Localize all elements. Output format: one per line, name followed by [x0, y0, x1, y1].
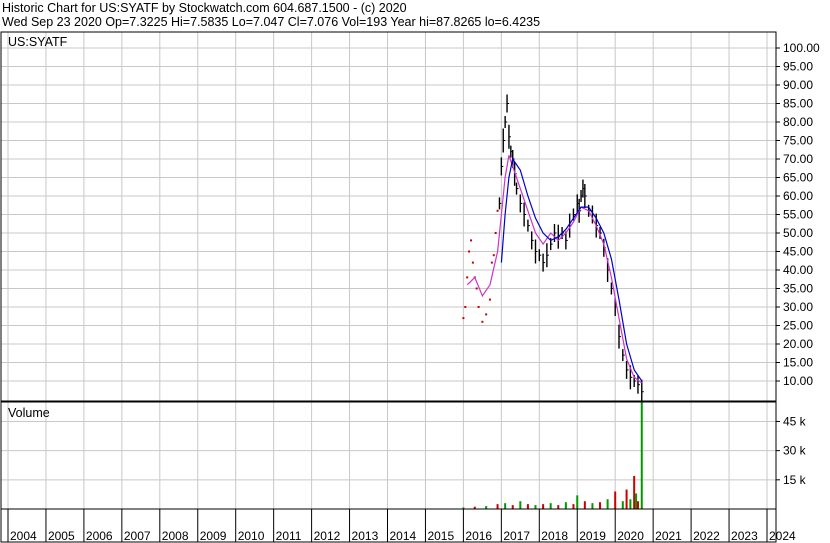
- price-y-tick-label: 100.00: [783, 41, 820, 55]
- trade-point: [466, 276, 469, 279]
- x-tick-label: 2004: [10, 529, 37, 543]
- price-y-tick-label: 40.00: [783, 263, 813, 277]
- trade-point: [464, 306, 467, 308]
- price-panel-frame: [0, 31, 777, 402]
- price-y-tick-label: 85.00: [783, 97, 813, 111]
- volume-bar: [583, 501, 586, 509]
- trade-point: [471, 261, 474, 264]
- volume-bar: [564, 502, 567, 509]
- volume-bar: [576, 495, 579, 509]
- price-y-tick-label: 50.00: [783, 226, 813, 240]
- x-tick-label: 2008: [162, 529, 189, 543]
- volume-bar: [496, 504, 499, 509]
- volume-y-tick-label: 45 k: [783, 414, 807, 428]
- price-y-tick-label: 80.00: [783, 115, 813, 129]
- volume-bar: [606, 499, 609, 509]
- price-y-tick-label: 10.00: [783, 374, 813, 388]
- price-y-tick-label: 35.00: [783, 282, 813, 296]
- x-tick-label: 2015: [427, 529, 454, 543]
- x-tick-label: 2019: [579, 529, 606, 543]
- x-tick-label: 2007: [124, 529, 151, 543]
- volume-bar: [557, 505, 560, 509]
- volume-bars: [462, 402, 643, 509]
- price-y-tick-label: 70.00: [783, 152, 813, 166]
- volume-y-axis: 45 k 30 k 15 k: [776, 414, 807, 487]
- volume-bar: [614, 491, 617, 509]
- price-panel-label: US:SYATF: [8, 35, 68, 49]
- trade-point: [477, 306, 480, 308]
- trade-point: [462, 317, 465, 320]
- price-y-tick-label: 90.00: [783, 78, 813, 92]
- x-tick-label: 2021: [655, 529, 682, 543]
- volume-bar: [633, 475, 636, 509]
- price-y-tick-label: 30.00: [783, 300, 813, 314]
- volume-bar: [635, 493, 638, 509]
- price-y-axis: 100.00 95.00 90.00 85.00 80.00 75.00 70.00 65.0…: [776, 41, 820, 388]
- trade-point: [496, 209, 499, 212]
- price-y-tick-label: 25.00: [783, 319, 813, 333]
- x-axis: 2004 2005 2006 2007 2008 2009 2010 2011 2012 2013…: [7, 509, 796, 543]
- trade-point: [492, 254, 495, 257]
- volume-bar: [625, 489, 628, 509]
- x-tick-label: 2024: [769, 529, 796, 543]
- volume-bar: [591, 503, 594, 509]
- volume-bar: [504, 503, 507, 509]
- volume-bar: [636, 501, 639, 509]
- trade-point: [490, 261, 493, 264]
- x-tick-label: 2013: [352, 529, 379, 543]
- volume-bar: [599, 502, 602, 509]
- volume-panel-label: Volume: [8, 406, 50, 420]
- trade-point: [475, 287, 478, 290]
- volume-grid: [1, 402, 776, 509]
- x-tick-label: 2005: [48, 529, 75, 543]
- volume-bar: [542, 504, 545, 509]
- trade-point: [468, 250, 471, 253]
- volume-bar: [629, 499, 632, 509]
- price-y-tick-label: 60.00: [783, 189, 813, 203]
- x-tick-label: 2022: [693, 529, 720, 543]
- volume-bar: [549, 503, 552, 509]
- stock-chart: US:SYATF Volume 100.00 95.00 90.00 85.00 80.…: [0, 31, 820, 543]
- price-y-tick-label: 95.00: [783, 60, 813, 74]
- x-tick-label: 2009: [200, 529, 227, 543]
- x-tick-label: 2014: [390, 529, 417, 543]
- price-grid: [1, 32, 776, 401]
- x-tick-label: 2006: [86, 529, 113, 543]
- trade-point: [485, 313, 488, 316]
- x-tick-label: 2010: [238, 529, 265, 543]
- volume-bar: [526, 504, 529, 509]
- x-tick-label: 2017: [503, 529, 530, 543]
- volume-bar: [534, 505, 537, 509]
- volume-bar: [572, 504, 575, 509]
- x-tick-label: 2016: [465, 529, 492, 543]
- volume-panel-frame: [0, 401, 777, 510]
- price-y-tick-label: 75.00: [783, 134, 813, 148]
- volume-bar: [640, 402, 643, 509]
- price-y-tick-label: 15.00: [783, 356, 813, 370]
- trade-point: [469, 239, 472, 242]
- price-y-tick-label: 55.00: [783, 208, 813, 222]
- x-tick-label: 2012: [314, 529, 341, 543]
- volume-y-tick-label: 15 k: [783, 473, 807, 487]
- x-tick-label: 2020: [617, 529, 644, 543]
- volume-y-tick-label: 30 k: [783, 444, 807, 458]
- x-tick-label: 2023: [731, 529, 758, 543]
- price-y-tick-label: 20.00: [783, 337, 813, 351]
- volume-bar: [511, 505, 514, 509]
- volume-bar: [621, 501, 624, 509]
- x-tick-label: 2018: [541, 529, 568, 543]
- volume-bar: [519, 501, 522, 509]
- price-y-tick-label: 45.00: [783, 245, 813, 259]
- trade-point: [488, 298, 491, 301]
- price-y-tick-label: 65.00: [783, 171, 813, 185]
- x-tick-label: 2011: [276, 529, 302, 543]
- trade-point: [494, 232, 497, 234]
- trade-point: [481, 320, 484, 323]
